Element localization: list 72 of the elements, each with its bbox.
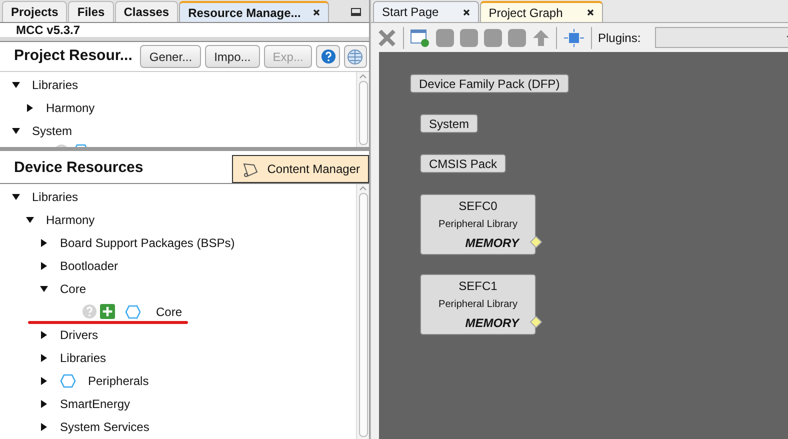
tree-item[interactable]: Peripherals	[88, 372, 149, 390]
globe-button[interactable]	[344, 45, 367, 68]
expanded-arrow-icon[interactable]	[12, 192, 20, 200]
content-manager-button[interactable]: Content Manager	[232, 154, 369, 182]
delete-icon[interactable]	[377, 28, 397, 48]
expanded-arrow-icon[interactable]	[26, 216, 34, 224]
tree-item[interactable]: SmartEnergy	[60, 394, 130, 412]
graph-node[interactable]: System	[420, 114, 478, 133]
collapsed-arrow-icon[interactable]	[40, 400, 48, 408]
add-icon[interactable]	[100, 304, 115, 319]
editor-tab[interactable]: Start Page	[373, 1, 479, 22]
collapsed-arrow-icon[interactable]	[40, 330, 48, 338]
hexagon-icon	[60, 374, 76, 388]
graph-node[interactable]: SEFC0 Peripheral Library MEMORY	[420, 194, 536, 255]
collapsed-arrow-icon[interactable]	[40, 354, 48, 362]
plugins-label: Plugins:	[598, 30, 641, 46]
close-icon[interactable]	[586, 9, 594, 16]
scrollbar[interactable]	[356, 184, 369, 439]
minimize-icon[interactable]	[351, 8, 361, 16]
tree-item[interactable]: System Services	[60, 418, 150, 436]
add-window-icon[interactable]	[410, 28, 430, 46]
graph-node[interactable]: Device Family Pack (DFP)	[410, 74, 569, 93]
fit-view-icon[interactable]	[563, 28, 585, 46]
tree-item[interactable]: System	[32, 122, 72, 140]
tree-item[interactable]: Board Support Packages (BSPs)	[60, 234, 235, 252]
tree-item[interactable]: Libraries	[32, 76, 78, 94]
hexagon-icon	[125, 304, 141, 318]
version-label: MCC v5.3.7	[16, 22, 80, 39]
collapsed-arrow-icon[interactable]	[40, 422, 48, 430]
panel-tab[interactable]: Files	[68, 1, 114, 22]
section-title: Project Resour...	[14, 46, 132, 66]
port-label: MEMORY	[465, 235, 519, 252]
toolbar-button[interactable]: Gener...	[140, 45, 202, 68]
tree-item[interactable]: Libraries	[60, 348, 106, 366]
tree-item[interactable]: Bootloader	[60, 256, 118, 274]
port-diamond-icon[interactable]	[530, 236, 542, 248]
help-button[interactable]	[316, 45, 340, 68]
close-icon[interactable]	[312, 9, 320, 16]
node-title: SEFC1	[458, 278, 498, 295]
tree-item[interactable]: Core	[60, 280, 86, 298]
graph-node[interactable]: CMSIS Pack	[420, 154, 506, 173]
tree-item[interactable]: Core	[156, 302, 182, 320]
collapsed-arrow-icon[interactable]	[40, 238, 48, 246]
panel-tab[interactable]: Classes	[114, 1, 178, 22]
bell-icon	[241, 160, 260, 176]
scrollbar[interactable]	[356, 72, 369, 147]
tree-item[interactable]: Harmony	[46, 210, 95, 228]
expanded-arrow-icon[interactable]	[12, 80, 20, 88]
node-subtitle: Peripheral Library	[438, 298, 518, 312]
port-label: MEMORY	[465, 315, 519, 332]
panel-tab[interactable]: Projects	[2, 1, 68, 22]
graph-node[interactable]: SEFC1 Peripheral Library MEMORY	[420, 274, 536, 335]
collapsed-arrow-icon[interactable]	[26, 104, 34, 112]
collapsed-arrow-icon[interactable]	[40, 262, 48, 270]
section-title: Device Resources	[14, 158, 144, 178]
collapsed-arrow-icon[interactable]	[40, 376, 48, 384]
tree-item[interactable]: Drivers	[60, 326, 98, 344]
tree-item[interactable]: Harmony	[46, 98, 95, 116]
node-subtitle: Peripheral Library	[438, 218, 518, 232]
expanded-arrow-icon[interactable]	[40, 284, 48, 292]
toolbar-button[interactable]: Impo...	[205, 45, 260, 68]
node-title: SEFC0	[458, 198, 498, 215]
tree-item[interactable]: Libraries	[32, 188, 78, 206]
scroll-up-icon[interactable]	[359, 186, 367, 191]
help-icon[interactable]	[320, 49, 336, 64]
close-icon[interactable]	[462, 8, 470, 16]
port-diamond-icon[interactable]	[530, 316, 542, 328]
editor-tab[interactable]: Project Graph	[480, 1, 603, 22]
scroll-up-icon[interactable]	[359, 74, 367, 79]
expanded-arrow-icon[interactable]	[12, 126, 20, 134]
globe-icon	[347, 48, 364, 64]
panel-tab[interactable]: Resource Manage...	[179, 1, 329, 22]
